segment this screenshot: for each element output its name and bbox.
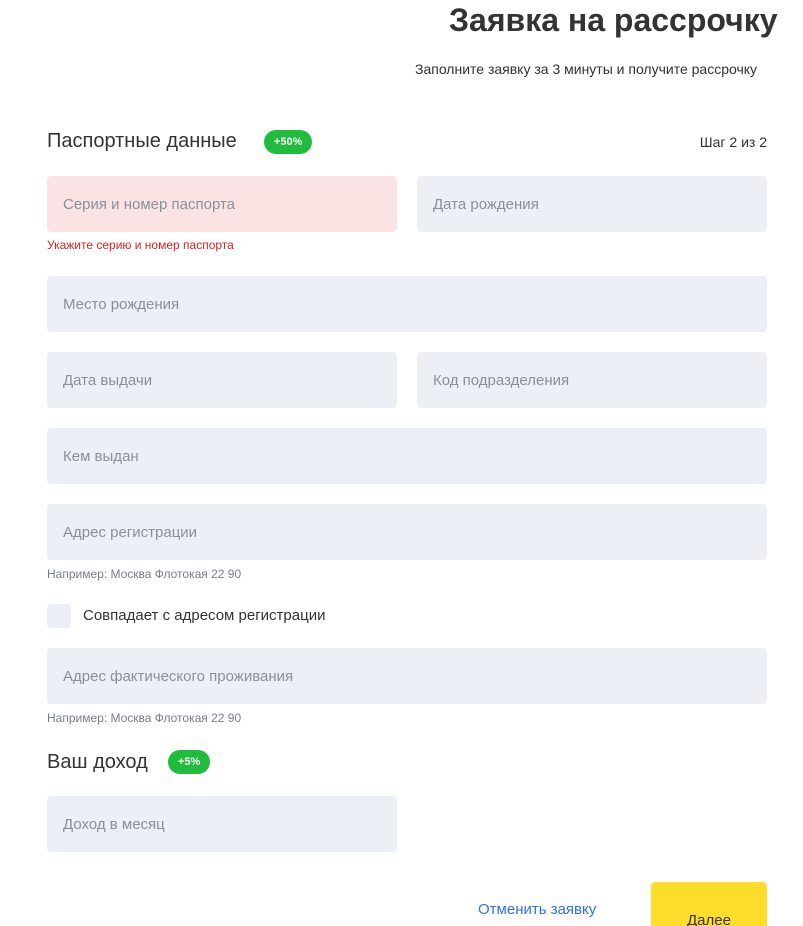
next-button[interactable]: Далее	[651, 882, 767, 926]
income-section-title: Ваш доход	[47, 751, 148, 773]
step-indicator: Шаг 2 из 2	[699, 134, 767, 150]
passport-section-title: Паспортные данные	[47, 130, 237, 152]
monthly-income-field[interactable]: Доход в месяц	[47, 796, 397, 852]
monthly-income-placeholder: Доход в месяц	[63, 815, 165, 833]
division-code-placeholder: Код подразделения	[433, 371, 570, 389]
birth-date-field[interactable]: Дата рождения	[417, 176, 767, 232]
page-subtitle: Заполните заявку за 3 минуты и получите …	[415, 61, 758, 77]
passport-series-number-field[interactable]: Серия и номер паспорта	[47, 176, 397, 232]
cancel-application-link[interactable]: Отменить заявку	[478, 901, 596, 919]
birth-place-placeholder: Место рождения	[63, 295, 180, 313]
birth-date-placeholder: Дата рождения	[433, 195, 539, 213]
division-code-field[interactable]: Код подразделения	[417, 352, 767, 408]
passport-bonus-badge: +50%	[264, 130, 313, 154]
income-bonus-badge: +5%	[168, 750, 211, 774]
issued-by-placeholder: Кем выдан	[63, 447, 139, 465]
registration-address-hint: Например: Москва Флотокая 22 90	[47, 567, 242, 581]
page-title: Заявка на рассрочку	[449, 2, 778, 38]
actual-address-field[interactable]: Адрес фактического проживания	[47, 648, 767, 704]
same-address-checkbox[interactable]	[47, 604, 71, 628]
actual-address-placeholder: Адрес фактического проживания	[63, 667, 294, 685]
registration-address-field[interactable]: Адрес регистрации	[47, 504, 767, 560]
installment-application-page: Заявка на рассрочку Заполните заявку за …	[0, 0, 803, 926]
issue-date-placeholder: Дата выдачи	[63, 371, 153, 389]
passport-series-number-placeholder: Серия и номер паспорта	[63, 195, 236, 213]
birth-place-field[interactable]: Место рождения	[47, 276, 767, 332]
passport-series-number-error: Укажите серию и номер паспорта	[47, 238, 234, 252]
actual-address-hint: Например: Москва Флотокая 22 90	[47, 711, 242, 725]
issue-date-field[interactable]: Дата выдачи	[47, 352, 397, 408]
same-address-label[interactable]: Совпадает с адресом регистрации	[83, 607, 325, 625]
registration-address-placeholder: Адрес регистрации	[63, 523, 198, 541]
issued-by-field[interactable]: Кем выдан	[47, 428, 767, 484]
